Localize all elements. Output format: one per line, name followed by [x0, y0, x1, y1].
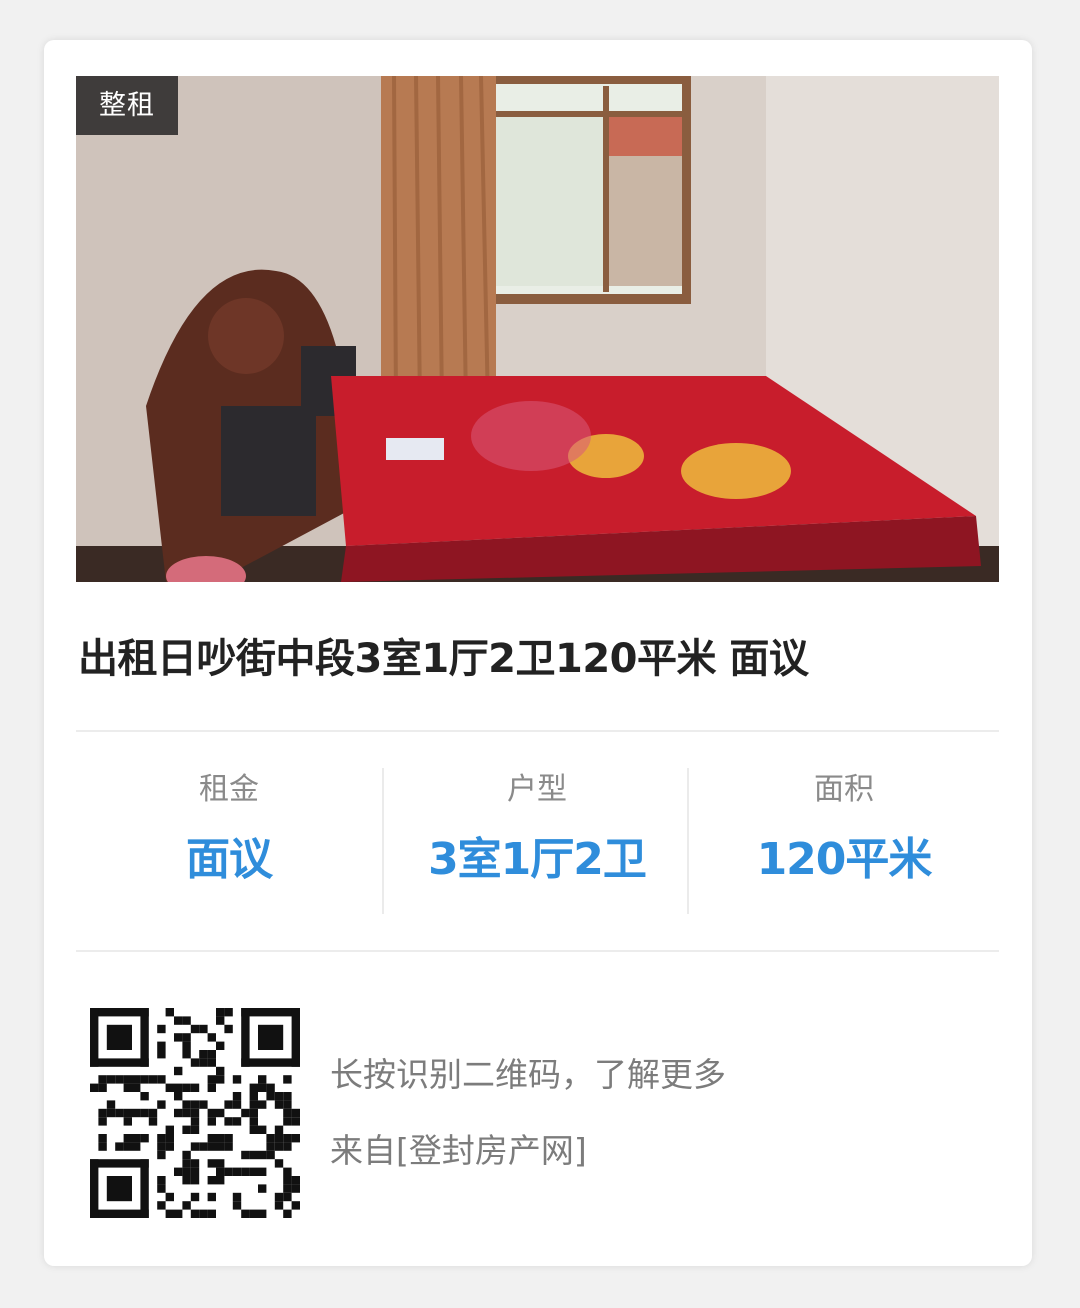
stat-area-label: 面积: [814, 772, 874, 807]
stat-layout-label: 户型: [507, 772, 567, 807]
listing-title[interactable]: 出租日吵街中段3室1厅2卫120平米 面议: [78, 626, 998, 684]
stat-area-value: 120平米: [756, 834, 933, 885]
divider: [76, 950, 999, 952]
stat-rent-value: 面议: [186, 834, 273, 885]
rental-type-tag: 整租: [76, 76, 178, 135]
stat-layout-value: 3室1厅2卫: [428, 834, 647, 885]
listing-card[interactable]: 整租 出租日吵街中段3室1厅2卫120平米 面议 租金 面议 户型 3室1厅2卫…: [44, 40, 1032, 1266]
stat-area: 面积 120平米: [691, 768, 997, 914]
bedroom-photo: [76, 76, 999, 582]
listing-photo[interactable]: 整租: [76, 76, 999, 582]
listing-stats: 租金 面议 户型 3室1厅2卫 面积 120平米: [76, 732, 999, 952]
qr-hint: 长按识别二维码，了解更多: [330, 1055, 726, 1094]
qr-code-icon[interactable]: [90, 1008, 300, 1218]
stat-rent-label: 租金: [199, 772, 259, 807]
stat-layout: 户型 3室1厅2卫: [384, 768, 690, 914]
stat-rent: 租金 面议: [76, 768, 382, 914]
source-text: 来自[登封房产网]: [330, 1131, 587, 1170]
stat-divider: [687, 768, 689, 914]
